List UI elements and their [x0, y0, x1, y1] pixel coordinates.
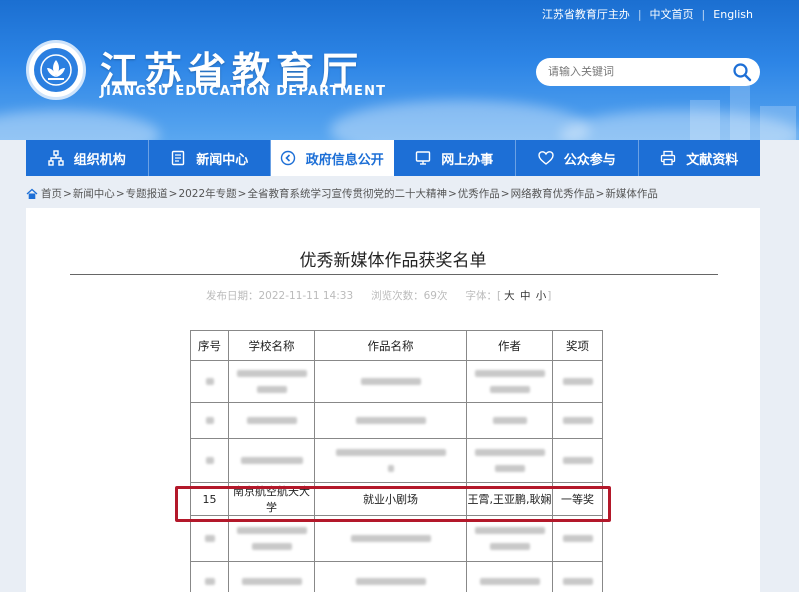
breadcrumb-special[interactable]: 专题报道 [126, 186, 168, 201]
views-label: 浏览次数： [371, 290, 424, 302]
publish-date: 2022-11-11 14:33 [258, 289, 354, 302]
nav-item-gov-info[interactable]: 政府信息公开 [271, 140, 394, 176]
col-header-work: 作品名称 [314, 330, 467, 361]
redacted-cell [190, 360, 229, 403]
redacted-cell [190, 402, 229, 439]
redacted-cell [228, 360, 315, 403]
search-icon[interactable] [732, 62, 752, 82]
redacted-cell [552, 402, 603, 439]
main-nav: 组织机构 新闻中心 政府信息公开 网上办事 公众参与 文献资料 [26, 140, 760, 176]
table-row-redacted [190, 438, 603, 483]
redacted-cell [228, 438, 315, 483]
top-links: 江苏省教育厅主办 | 中文首页 | English [541, 6, 753, 22]
font-label: 字体：[ [465, 290, 502, 302]
redacted-cell [552, 360, 603, 403]
redacted-cell [552, 561, 603, 592]
printer-icon [661, 150, 676, 166]
monitor-icon [416, 151, 431, 165]
breadcrumb-works[interactable]: 优秀作品 [458, 186, 500, 201]
font-size-medium[interactable]: 中 [520, 290, 531, 302]
nav-label: 新闻中心 [196, 152, 249, 168]
date-label: 发布日期： [206, 290, 259, 302]
nav-label: 公众参与 [563, 152, 616, 168]
nav-label: 政府信息公开 [305, 152, 384, 168]
redacted-cell [190, 515, 229, 562]
redacted-cell [228, 561, 315, 592]
search-input[interactable] [548, 66, 728, 78]
breadcrumb-home[interactable]: 首页 [41, 186, 62, 201]
redacted-cell [466, 438, 553, 483]
info-disclosure-icon [280, 150, 295, 166]
redacted-cell [228, 515, 315, 562]
article-meta: 发布日期： 2022-11-11 14:33 浏览次数： 69次 字体：[ 大 … [206, 289, 552, 303]
english-link[interactable]: English [713, 8, 753, 21]
heart-icon [538, 151, 554, 165]
article-title: 优秀新媒体作品获奖名单 [299, 251, 487, 271]
font-size-small[interactable]: 小 [536, 290, 547, 302]
table-row-redacted [190, 515, 603, 562]
redacted-cell [314, 515, 467, 562]
col-header-author: 作者 [466, 330, 553, 361]
nav-item-org[interactable]: 组织机构 [26, 140, 149, 176]
nav-label: 文献资料 [686, 152, 739, 168]
view-count: 69次 [423, 290, 448, 302]
nav-label: 网上办事 [441, 152, 494, 168]
col-header-no: 序号 [190, 330, 229, 361]
lotus-emblem-icon [40, 54, 72, 86]
awards-table: 序号 学校名称 作品名称 作者 奖项 15 南京航空航天大学 就业小剧场 王霄,… [190, 330, 603, 592]
redacted-cell [314, 402, 467, 439]
nav-item-news[interactable]: 新闻中心 [149, 140, 271, 176]
table-row-redacted [190, 360, 603, 403]
breadcrumb-news[interactable]: 新闻中心 [73, 186, 115, 201]
redacted-cell [552, 438, 603, 483]
table-row-redacted [190, 402, 603, 439]
redacted-cell [552, 515, 603, 562]
breadcrumb: 首页 > 新闻中心 > 专题报道 > 2022年专题 > 全省教育系统学习宣传贯彻党的二… [26, 186, 658, 201]
col-header-school: 学校名称 [228, 330, 315, 361]
redacted-cell [466, 360, 553, 403]
breadcrumb-new-media[interactable]: 新媒体作品 [605, 186, 658, 201]
breadcrumb-topic[interactable]: 全省教育系统学习宣传贯彻党的二十大精神 [247, 186, 447, 201]
nav-item-documents[interactable]: 文献资料 [639, 140, 761, 176]
redacted-cell [466, 561, 553, 592]
title-divider [70, 274, 718, 275]
nav-item-online-service[interactable]: 网上办事 [394, 140, 516, 176]
nav-label: 组织机构 [73, 152, 126, 168]
table-header-row: 序号 学校名称 作品名称 作者 奖项 [190, 330, 603, 361]
redacted-cell [190, 561, 229, 592]
font-size-large[interactable]: 大 [504, 290, 515, 302]
redacted-cell [314, 561, 467, 592]
search-box [536, 58, 760, 86]
home-icon [26, 188, 38, 199]
nav-item-public-participation[interactable]: 公众参与 [516, 140, 639, 176]
redacted-cell [466, 402, 553, 439]
article-panel: 优秀新媒体作品获奖名单 发布日期： 2022-11-11 14:33 浏览次数：… [26, 208, 760, 592]
redacted-cell [228, 402, 315, 439]
site-header: 江苏省教育厅主办 | 中文首页 | English 江苏省教育厅 JIANGSU… [0, 0, 799, 140]
redacted-cell [466, 515, 553, 562]
breadcrumb-online-works[interactable]: 网络教育优秀作品 [511, 186, 595, 201]
chinese-home-link[interactable]: 中文首页 [650, 6, 694, 22]
site-subtitle: JIANGSU EDUCATION DEPARTMENT [100, 84, 387, 99]
breadcrumb-2022[interactable]: 2022年专题 [178, 186, 236, 201]
col-header-award: 奖项 [552, 330, 603, 361]
redacted-cell [190, 438, 229, 483]
department-logo[interactable] [26, 40, 86, 100]
table-row-redacted [190, 561, 603, 592]
sponsor-link[interactable]: 江苏省教育厅主办 [542, 6, 630, 22]
redacted-cell [314, 360, 467, 403]
redacted-cell [314, 438, 467, 483]
org-chart-icon [48, 150, 64, 166]
highlight-box [175, 486, 611, 522]
document-icon [172, 150, 185, 166]
